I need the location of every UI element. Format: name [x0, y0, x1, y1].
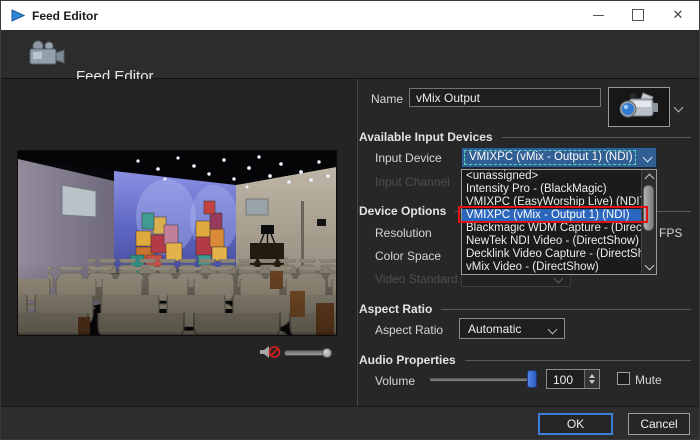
- volume-value: 100: [553, 373, 573, 387]
- aspect-ratio-value: Automatic: [468, 322, 521, 336]
- app-logo-icon: [11, 9, 25, 22]
- color-space-label: Color Space: [375, 249, 441, 263]
- volume-slider[interactable]: [430, 378, 537, 381]
- dialog-header: Feed Editor Create and manage feeds for …: [1, 30, 700, 79]
- aspect-ratio-dropdown[interactable]: Automatic: [459, 318, 565, 339]
- spin-down-icon[interactable]: [589, 380, 595, 384]
- section-available-input-devices: Available Input Devices: [359, 130, 691, 144]
- window-title: Feed Editor: [32, 9, 98, 23]
- input-device-dropdown-button[interactable]: [638, 148, 656, 167]
- section-rule: [465, 360, 691, 361]
- input-channel-label: Input Channel: [375, 175, 450, 189]
- input-device-option[interactable]: Intensity Pro - (BlackMagic): [462, 183, 641, 196]
- fps-label: FPS: [659, 226, 682, 240]
- chevron-down-icon: [643, 153, 653, 163]
- cancel-button[interactable]: Cancel: [628, 413, 690, 435]
- section-title: Audio Properties: [359, 353, 456, 367]
- section-aspect-ratio: Aspect Ratio: [359, 302, 691, 316]
- volume-label: Volume: [375, 374, 415, 388]
- spin-up-icon[interactable]: [589, 374, 595, 378]
- video-camera-3d-icon: [617, 91, 661, 123]
- scroll-down-icon[interactable]: [645, 261, 655, 271]
- input-device-option[interactable]: VMIXPC (EasyWorship Live) (NDI): [462, 196, 641, 209]
- chevron-down-icon: [554, 274, 564, 284]
- input-device-option[interactable]: VMIXPC (vMix - Output 1) (NDI): [462, 209, 641, 222]
- aspect-ratio-label: Aspect Ratio: [375, 323, 443, 337]
- minimize-button[interactable]: [579, 1, 617, 29]
- input-device-option[interactable]: <unassigned>: [462, 170, 641, 183]
- section-audio-properties: Audio Properties: [359, 353, 691, 367]
- scrollbar-thumb[interactable]: [643, 185, 654, 231]
- ok-button[interactable]: OK: [538, 413, 613, 435]
- mute-label: Mute: [635, 373, 662, 387]
- mute-checkbox[interactable]: [617, 372, 630, 385]
- section-rule: [502, 137, 691, 138]
- section-title: Device Options: [359, 204, 446, 218]
- name-label: Name: [371, 92, 403, 106]
- video-preview: [17, 150, 337, 336]
- volume-spinner[interactable]: [584, 370, 599, 388]
- auditorium-preview-image: [18, 151, 336, 335]
- input-device-option[interactable]: Decklink Video Capture - (DirectShow): [462, 248, 641, 261]
- feed-type-button[interactable]: [608, 87, 670, 127]
- listbox-scrollbar[interactable]: [641, 170, 656, 274]
- speaker-muted-icon[interactable]: [259, 345, 281, 359]
- scroll-up-icon[interactable]: [645, 174, 655, 184]
- name-input[interactable]: vMix Output: [409, 88, 601, 107]
- close-button[interactable]: ✕: [659, 1, 697, 29]
- video-camera-icon: [26, 39, 66, 69]
- input-device-option[interactable]: Blackmagic WDM Capture - (DirectShow): [462, 222, 641, 235]
- input-device-option[interactable]: vMix Video - (DirectShow): [462, 261, 641, 274]
- section-title: Aspect Ratio: [359, 302, 432, 316]
- resolution-label: Resolution: [375, 226, 432, 240]
- titlebar: Feed Editor ✕: [1, 1, 700, 30]
- feed-type-chevron-icon[interactable]: [674, 103, 684, 113]
- panel-divider: [357, 79, 358, 406]
- volume-slider-thumb[interactable]: [527, 370, 537, 388]
- input-device-option[interactable]: NewTek NDI Video - (DirectShow): [462, 235, 641, 248]
- input-device-label: Input Device: [375, 151, 442, 165]
- feed-editor-window: Feed Editor ✕ Feed Editor Create and man…: [0, 0, 700, 440]
- video-standard-label: Video Standard: [375, 272, 458, 286]
- section-rule: [441, 309, 691, 310]
- input-device-value: VMIXPC (vMix - Output 1) (NDI): [464, 150, 636, 165]
- chevron-down-icon: [548, 325, 558, 335]
- volume-spinbox[interactable]: 100: [546, 369, 600, 389]
- section-title: Available Input Devices: [359, 130, 493, 144]
- preview-volume-thumb[interactable]: [322, 348, 332, 358]
- input-device-listbox[interactable]: <unassigned>Intensity Pro - (BlackMagic)…: [461, 169, 657, 275]
- input-device-combobox[interactable]: VMIXPC (vMix - Output 1) (NDI): [461, 147, 657, 168]
- maximize-button[interactable]: [619, 1, 657, 29]
